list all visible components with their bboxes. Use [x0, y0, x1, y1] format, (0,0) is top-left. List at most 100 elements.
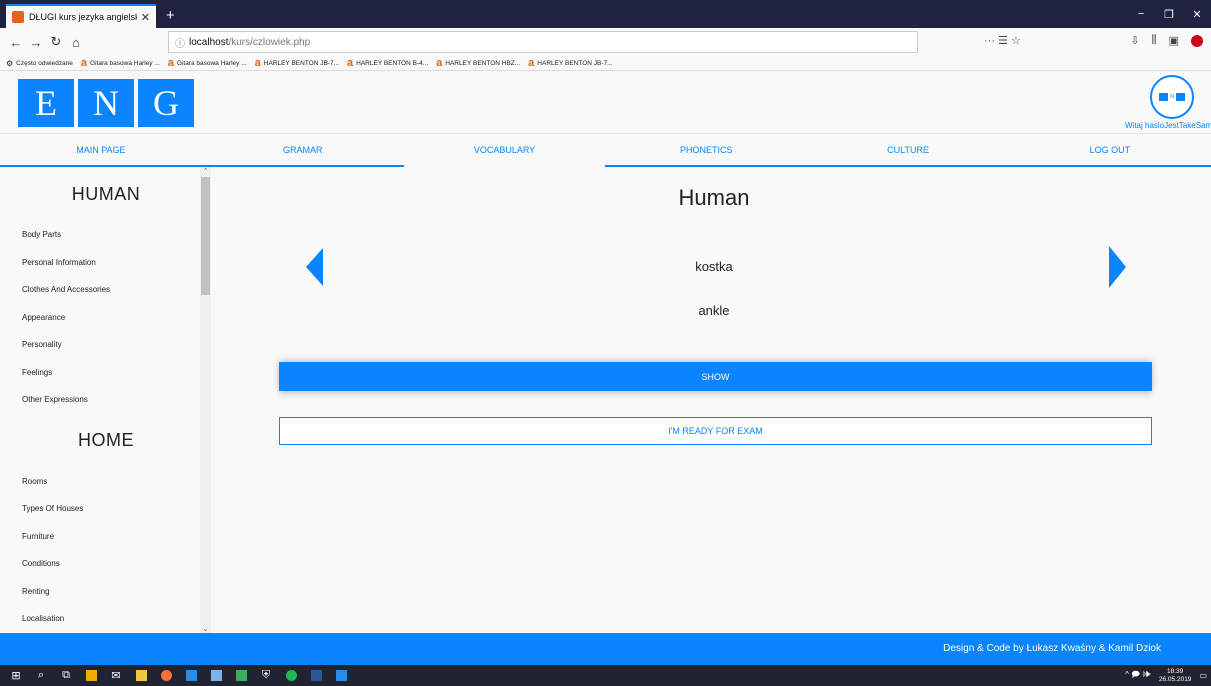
sidebar-item-types-of-houses[interactable]: Types Of Houses: [0, 495, 212, 523]
window-controls: − ❐ ✕: [1127, 0, 1211, 28]
new-tab-button[interactable]: +: [166, 7, 175, 24]
avatar-logo-block: [1159, 93, 1169, 101]
task-view-icon[interactable]: ⧉: [56, 666, 76, 686]
vscode-icon[interactable]: [331, 666, 351, 686]
bookmark-item[interactable]: a HARLEY BENTON JB-7...: [528, 57, 612, 69]
close-window-icon[interactable]: ✕: [1183, 8, 1211, 21]
sidebar-scrollbar[interactable]: ⌃ ⌄: [200, 167, 211, 633]
sidebar-item-body-parts[interactable]: Body Parts: [0, 221, 212, 249]
tray-icons[interactable]: ^ 🗩 🕪: [1125, 669, 1151, 683]
tab-title: DŁUGI kurs jezyka angielskiego: [29, 12, 137, 22]
nav-log-out[interactable]: LOG OUT: [1008, 134, 1211, 168]
store-icon[interactable]: [81, 666, 101, 686]
system-tray: ^ 🗩 🕪 18:39 26.05.2019 ▭: [1125, 665, 1207, 686]
library-icon[interactable]: ⫼: [1152, 34, 1157, 47]
bookmark-item[interactable]: a Gitara basowa Harley ...: [168, 57, 247, 69]
adblock-icon[interactable]: [1191, 35, 1203, 47]
logo-letter: E: [18, 79, 74, 127]
info-icon[interactable]: ⓘ: [175, 35, 185, 50]
gear-icon: ⚙: [6, 58, 14, 68]
footer-credit: Design & Code by Łukasz Kwaśny & Kamil D…: [943, 643, 1161, 654]
maximize-icon[interactable]: ❐: [1155, 8, 1183, 21]
welcome-text: Witaj hasloJestTakeSam: [1125, 121, 1211, 130]
bookmark-item[interactable]: ⚙ Często odwiedzane: [6, 59, 73, 68]
nav-main-page[interactable]: MAIN PAGE: [0, 134, 202, 168]
sidebar-item-furniture[interactable]: Furniture: [0, 523, 212, 551]
sidebar-item-other-expressions[interactable]: Other Expressions: [0, 386, 212, 414]
bookmark-item[interactable]: a HARLEY BENTON HBZ...: [436, 57, 520, 69]
clock[interactable]: 18:39 26.05.2019: [1159, 668, 1192, 684]
shield-icon[interactable]: ⛨: [256, 666, 276, 686]
polish-word: kostka: [695, 259, 733, 274]
minimize-icon[interactable]: −: [1127, 8, 1155, 20]
url-bar[interactable]: ⓘ localhost /kurs/czlowiek.php: [168, 31, 918, 53]
page-actions-icon[interactable]: ··· ☰ ☆: [984, 34, 1021, 47]
search-icon[interactable]: ⌕: [31, 666, 51, 686]
notifications-icon[interactable]: ▭: [1199, 671, 1207, 680]
bookmarks-bar: ⚙ Często odwiedzane a Gitara basowa Harl…: [0, 56, 1211, 71]
clock-date: 26.05.2019: [1158, 675, 1192, 683]
avatar-letter: N: [1170, 94, 1174, 100]
downloads-icon[interactable]: ⇩: [1130, 34, 1139, 47]
ready-for-exam-button[interactable]: I'M READY FOR EXAM: [279, 417, 1152, 445]
clock-time: 18:39: [1167, 667, 1184, 675]
word-icon[interactable]: [306, 666, 326, 686]
windows-taskbar: ⊞ ⌕ ⧉ ✉ ⛨ ^ 🗩 🕪 18:39 26.05.2019 ▭: [0, 665, 1211, 686]
url-path: /kurs/czlowiek.php: [228, 36, 311, 48]
sidebar-item-clothes-and-accessories[interactable]: Clothes And Accessories: [0, 276, 212, 304]
scrollbar-thumb[interactable]: [201, 177, 210, 295]
file-explorer-icon[interactable]: [131, 666, 151, 686]
amazon-icon: a: [528, 57, 535, 69]
amazon-icon: a: [167, 57, 174, 69]
firefox-icon[interactable]: [156, 666, 176, 686]
windows-start-icon[interactable]: ⊞: [6, 666, 26, 686]
scroll-up-icon[interactable]: ⌃: [200, 167, 211, 175]
sidebar-item-personality[interactable]: Personality: [0, 331, 212, 359]
bookmark-item[interactable]: a HARLEY BENTON JB-7...: [255, 57, 339, 69]
spotify-icon[interactable]: [281, 666, 301, 686]
logo-letter: N: [78, 79, 134, 127]
home-icon[interactable]: ⌂: [66, 35, 86, 50]
back-icon[interactable]: ←: [6, 35, 26, 50]
virtualbox-icon[interactable]: [206, 666, 226, 686]
browser-tab[interactable]: DŁUGI kurs jezyka angielskiego ✕: [6, 4, 156, 28]
browser-toolbar: ⇩ ⫼ ▣: [1130, 34, 1203, 47]
amazon-icon: a: [347, 57, 354, 69]
sidebar-item-personal-information[interactable]: Personal Information: [0, 249, 212, 277]
user-avatar[interactable]: N: [1150, 75, 1194, 119]
mail-icon[interactable]: ✉: [106, 666, 126, 686]
sidebar-item-conditions[interactable]: Conditions: [0, 550, 212, 578]
close-tab-icon[interactable]: ✕: [141, 11, 150, 24]
bookmark-item[interactable]: a HARLEY BENTON B-4...: [347, 57, 428, 69]
nav-vocabulary[interactable]: VOCABULARY: [404, 134, 606, 168]
forward-icon[interactable]: →: [26, 35, 46, 50]
section-heading-home: HOME: [78, 430, 134, 450]
browser-nav-bar: ← → ↻ ⌂ ⓘ localhost /kurs/czlowiek.php ·…: [0, 28, 1211, 56]
amazon-icon: a: [254, 57, 261, 69]
sidebar-item-appearance[interactable]: Appearance: [0, 304, 212, 332]
section-heading-human: HUMAN: [71, 183, 141, 204]
category-sidebar: HUMAN Body Parts Personal Information Cl…: [0, 167, 212, 633]
sidebar-icon[interactable]: ▣: [1169, 34, 1179, 47]
bookmark-item[interactable]: a Gitara basowa Harley ...: [81, 57, 160, 69]
reload-icon[interactable]: ↻: [46, 34, 66, 50]
sidebar-item-rooms[interactable]: Rooms: [0, 468, 212, 496]
sidebar-item-localisation[interactable]: Localisation: [0, 605, 212, 633]
nav-culture[interactable]: CULTURE: [807, 134, 1009, 168]
nav-gramar[interactable]: GRAMAR: [201, 134, 404, 168]
vscode-icon[interactable]: [181, 666, 201, 686]
amazon-icon: a: [436, 57, 443, 69]
site-logo[interactable]: E N G: [18, 79, 194, 127]
show-button[interactable]: SHOW: [279, 362, 1152, 391]
amazon-icon: a: [80, 57, 88, 69]
site-header: E N G N Witaj hasloJestTakeSam: [0, 71, 1211, 133]
app-icon[interactable]: [231, 666, 251, 686]
main-nav: MAIN PAGE GRAMAR VOCABULARY PHONETICS CU…: [0, 133, 1211, 168]
scroll-down-icon[interactable]: ⌄: [200, 625, 211, 633]
logo-letter: G: [138, 79, 194, 127]
sidebar-item-feelings[interactable]: Feelings: [0, 359, 212, 387]
sidebar-item-renting[interactable]: Renting: [0, 578, 212, 606]
browser-tab-bar: DŁUGI kurs jezyka angielskiego ✕ + − ❐ ✕: [0, 0, 1211, 28]
site-favicon-icon: [12, 11, 24, 23]
nav-phonetics[interactable]: PHONETICS: [605, 134, 808, 168]
